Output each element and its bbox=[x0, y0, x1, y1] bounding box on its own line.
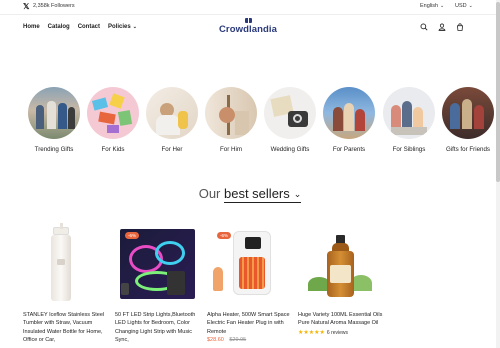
category-label: For Siblings bbox=[392, 146, 426, 153]
scrollbar-thumb[interactable] bbox=[496, 2, 500, 182]
site-logo[interactable]: Crowdlandia bbox=[218, 16, 278, 40]
category-label: For Him bbox=[220, 146, 242, 153]
category-label: Gifts for Friends bbox=[445, 146, 490, 153]
category-image bbox=[87, 87, 139, 139]
product-grid: STANLEY Iceflow Stainless Steel Tumbler … bbox=[0, 223, 500, 348]
product-card[interactable]: -6% 50 FT LED Strip Lights,Bluetooth LED… bbox=[115, 223, 200, 345]
language-label: English bbox=[420, 3, 439, 9]
nav-policies[interactable]: Policies ⌄ bbox=[108, 24, 137, 30]
category-carousel: Trending Gifts For Kids For Her For Him bbox=[0, 87, 500, 157]
discount-badge: -6% bbox=[217, 232, 232, 239]
product-title[interactable]: Alpha Heater, 500W Smart Space Electric … bbox=[207, 311, 292, 336]
category-label: Wedding Gifts bbox=[270, 146, 310, 153]
product-image: -6% bbox=[115, 223, 200, 303]
currency-label: USD bbox=[455, 3, 467, 9]
category-label: For Kids bbox=[101, 146, 125, 153]
nav-home[interactable]: Home bbox=[23, 24, 40, 30]
product-card[interactable]: -6% Alpha Heater, 500W Smart Space Elect… bbox=[207, 223, 292, 343]
product-image bbox=[23, 223, 108, 303]
category-image bbox=[442, 87, 494, 139]
category-image bbox=[146, 87, 198, 139]
nav-catalog[interactable]: Catalog bbox=[48, 24, 70, 30]
nav-contact[interactable]: Contact bbox=[78, 24, 100, 30]
heading-prefix: Our bbox=[198, 186, 221, 201]
category-label: For Parents bbox=[332, 146, 366, 153]
product-title[interactable]: 50 FT LED Strip Lights,Bluetooth LED Lig… bbox=[115, 311, 200, 345]
gift-logo-icon bbox=[244, 16, 252, 23]
sale-price: $28.60 bbox=[207, 337, 224, 344]
category-for-siblings[interactable]: For Siblings bbox=[379, 87, 439, 153]
category-label: Trending Gifts bbox=[34, 146, 74, 153]
collection-selector[interactable]: best sellers ⌄ bbox=[224, 186, 302, 203]
header-icons bbox=[420, 23, 464, 31]
category-image bbox=[28, 87, 80, 139]
account-icon[interactable] bbox=[438, 23, 446, 31]
product-card[interactable]: Huge Variety 100ML Essential Oils Pure N… bbox=[298, 223, 383, 336]
best-sellers-heading: Our best sellers ⌄ bbox=[0, 186, 500, 203]
category-for-parents[interactable]: For Parents bbox=[319, 87, 379, 153]
product-price: $28.60 $29.95 bbox=[207, 337, 292, 343]
category-gifts-for-friends[interactable]: Gifts for Friends bbox=[438, 87, 498, 153]
category-for-him[interactable]: For Him bbox=[201, 87, 261, 153]
x-social-icon[interactable]: 𝕏 bbox=[23, 2, 29, 11]
chevron-down-icon: ⌄ bbox=[468, 3, 473, 9]
product-title[interactable]: Huge Variety 100ML Essential Oils Pure N… bbox=[298, 311, 383, 328]
chevron-down-icon: ⌄ bbox=[293, 189, 302, 199]
product-image: -6% bbox=[207, 223, 292, 303]
logo-text: Crowdlandia bbox=[218, 24, 278, 35]
main-nav: Home Catalog Contact Policies ⌄ bbox=[23, 24, 137, 30]
currency-selector[interactable]: USD ⌄ bbox=[455, 3, 473, 9]
followers-count: 2,358k Followers bbox=[33, 3, 75, 9]
compare-price: $29.95 bbox=[229, 337, 247, 344]
category-for-her[interactable]: For Her bbox=[142, 87, 202, 153]
collection-label: best sellers bbox=[224, 186, 290, 201]
product-title[interactable]: STANLEY Iceflow Stainless Steel Tumbler … bbox=[23, 311, 108, 345]
site-header: Home Catalog Contact Policies ⌄ Crowdland… bbox=[0, 15, 500, 41]
announcement-bar: 𝕏 2,358k Followers English ⌄ USD ⌄ bbox=[0, 0, 500, 14]
product-rating: ★★★★★ 6 reviews bbox=[298, 329, 383, 336]
category-label: For Her bbox=[161, 146, 183, 153]
category-for-kids[interactable]: For Kids bbox=[83, 87, 143, 153]
nav-policies-label: Policies bbox=[108, 24, 131, 30]
category-image bbox=[205, 87, 257, 139]
product-image bbox=[298, 223, 383, 303]
chevron-down-icon: ⌄ bbox=[132, 24, 137, 30]
category-image bbox=[264, 87, 316, 139]
category-trending-gifts[interactable]: Trending Gifts bbox=[24, 87, 84, 153]
search-icon[interactable] bbox=[420, 23, 428, 31]
discount-badge: -6% bbox=[125, 232, 140, 239]
chevron-down-icon: ⌄ bbox=[440, 3, 445, 9]
page-scrollbar[interactable] bbox=[496, 0, 500, 348]
star-icon: ★★★★★ bbox=[298, 329, 325, 336]
review-count[interactable]: 6 reviews bbox=[327, 330, 348, 336]
category-image bbox=[383, 87, 435, 139]
product-card[interactable]: STANLEY Iceflow Stainless Steel Tumbler … bbox=[23, 223, 108, 345]
category-image bbox=[323, 87, 375, 139]
category-wedding-gifts[interactable]: Wedding Gifts bbox=[260, 87, 320, 153]
cart-icon[interactable] bbox=[456, 23, 464, 31]
language-selector[interactable]: English ⌄ bbox=[420, 3, 444, 9]
